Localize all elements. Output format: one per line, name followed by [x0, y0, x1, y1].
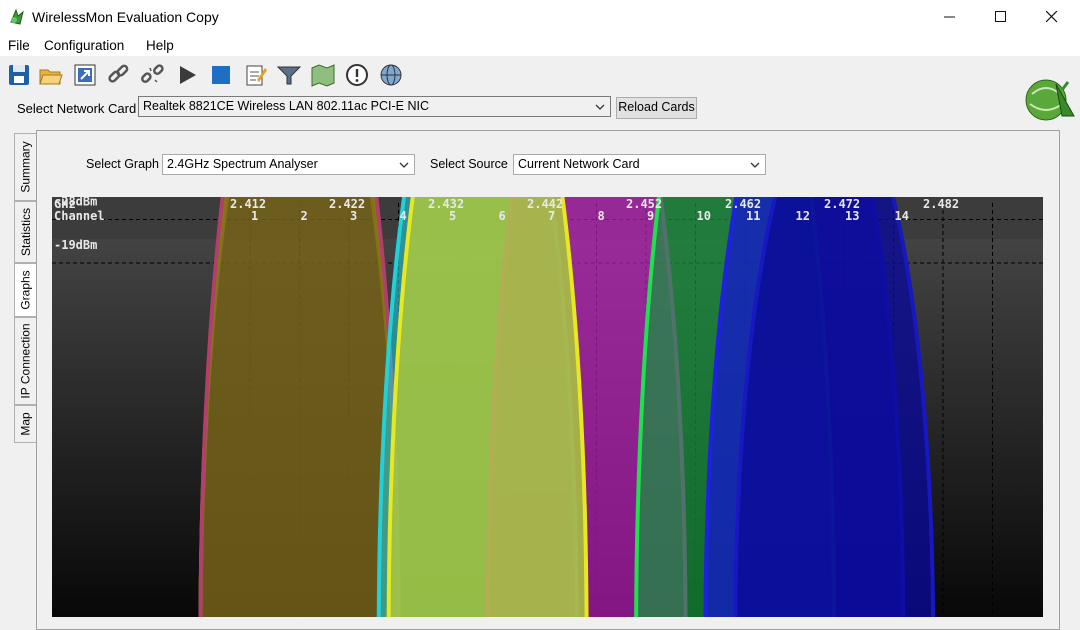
freq-tick-label: 2.452: [626, 197, 662, 211]
network-card-label: Select Network Card: [17, 101, 137, 116]
select-source-label: Select Source: [430, 157, 508, 171]
select-graph-label: Select Graph: [86, 157, 159, 171]
side-tabs: Summary Statistics Graphs IP Connection …: [14, 133, 36, 463]
stop-icon[interactable]: [208, 62, 234, 88]
open-folder-icon[interactable]: [38, 62, 64, 88]
channel-tick-label: 5: [449, 209, 456, 223]
filter-icon[interactable]: [276, 62, 302, 88]
reload-cards-button[interactable]: Reload Cards: [616, 97, 697, 119]
channel-tick-label: 10: [697, 209, 711, 223]
channel-tick-label: 13: [845, 209, 859, 223]
network-arc: [733, 197, 936, 617]
network-card-value: Realtek 8821CE Wireless LAN 802.11ac PCI…: [143, 99, 429, 113]
play-icon[interactable]: [174, 62, 200, 88]
channel-tick-label: 11: [746, 209, 760, 223]
graph-select-value: 2.4GHz Spectrum Analyser: [167, 157, 318, 171]
maximize-button[interactable]: [976, 0, 1026, 34]
channel-tick-label: 4: [400, 209, 407, 223]
minimize-button[interactable]: [925, 0, 975, 34]
freq-tick-label: 2.482: [923, 197, 959, 211]
tab-summary[interactable]: Summary: [14, 133, 36, 201]
save-icon[interactable]: [6, 62, 32, 88]
wirelessmon-logo-icon: [1025, 79, 1075, 121]
freq-tick-label: 2.442: [527, 197, 563, 211]
chevron-down-icon: [399, 162, 409, 168]
tab-map[interactable]: Map: [14, 405, 36, 443]
spectrum-analyser-graph[interactable]: 360免费WiFi-A1 (30%)Tenda_129 (18%)huaiwif…: [52, 197, 1043, 617]
channel-tick-label: 6: [499, 209, 506, 223]
menu-file[interactable]: File: [8, 38, 30, 53]
chevron-down-icon: [750, 162, 760, 168]
globe-icon[interactable]: [378, 62, 404, 88]
channel-tick-label: 1: [251, 209, 258, 223]
menu-bar: File Configuration Help: [0, 34, 1080, 56]
freq-tick-label: 2.432: [428, 197, 464, 211]
map-icon[interactable]: [310, 62, 336, 88]
tab-graphs[interactable]: Graphs: [14, 263, 36, 317]
channel-tick-label: 9: [647, 209, 654, 223]
tab-statistics[interactable]: Statistics: [14, 201, 36, 263]
title-bar: WirelessMon Evaluation Copy: [0, 0, 1080, 34]
network-arc: [386, 197, 589, 617]
channel-tick-label: 8: [598, 209, 605, 223]
chevron-down-icon: [595, 104, 605, 110]
dbm-tick-label: -19dBm: [54, 238, 97, 252]
source-select-value: Current Network Card: [518, 157, 640, 171]
menu-help[interactable]: Help: [146, 38, 174, 53]
channel-tick-label: 12: [796, 209, 810, 223]
app-icon: [10, 8, 24, 25]
close-button[interactable]: [1027, 0, 1077, 34]
alert-icon[interactable]: [344, 62, 370, 88]
network-arc: [198, 197, 401, 617]
notepad-icon[interactable]: [243, 62, 269, 88]
channel-tick-label: 7: [548, 209, 555, 223]
channel-label: Channel: [54, 209, 105, 223]
link-icon[interactable]: [106, 62, 132, 88]
channel-tick-label: 14: [895, 209, 909, 223]
network-curves: 360免费WiFi-A1 (30%)Tenda_129 (18%)huaiwif…: [198, 197, 936, 617]
network-card-select[interactable]: Realtek 8821CE Wireless LAN 802.11ac PCI…: [138, 96, 611, 117]
channel-tick-label: 2: [301, 209, 308, 223]
broken-link-icon[interactable]: [140, 62, 166, 88]
export-icon[interactable]: [72, 62, 98, 88]
source-select[interactable]: Current Network Card: [513, 154, 766, 175]
tab-ip-connection[interactable]: IP Connection: [14, 317, 36, 405]
freq-tick-label: 2.412: [230, 197, 266, 211]
window-title: WirelessMon Evaluation Copy: [32, 9, 219, 25]
dbm-tick-label: -28dBm: [54, 197, 97, 209]
channel-tick-label: 3: [350, 209, 357, 223]
freq-tick-label: 2.422: [329, 197, 365, 211]
menu-configuration[interactable]: Configuration: [44, 38, 124, 53]
graph-select[interactable]: 2.4GHz Spectrum Analyser: [162, 154, 415, 175]
